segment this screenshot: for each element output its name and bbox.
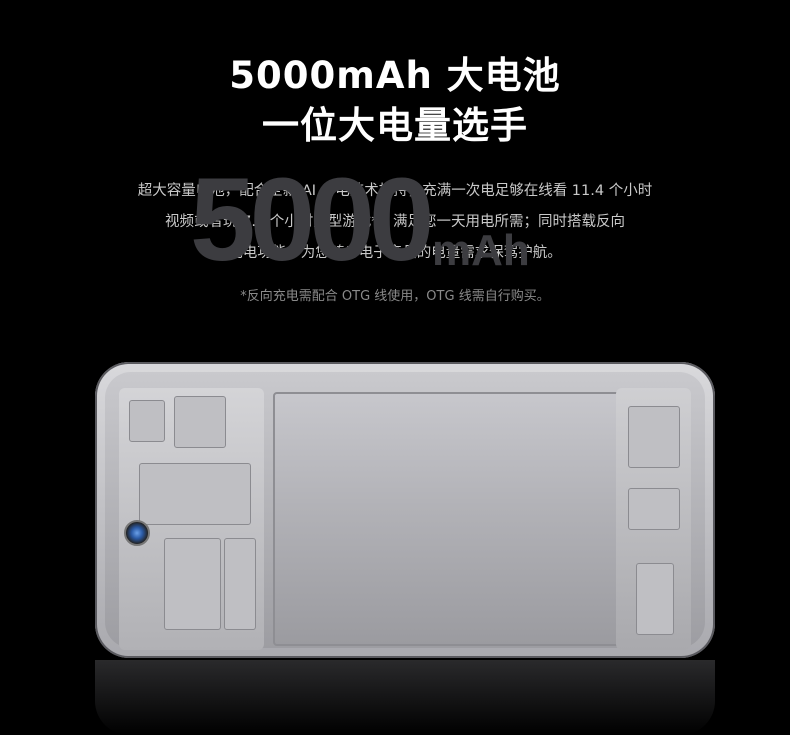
chip xyxy=(636,563,674,635)
phone-internals-image xyxy=(95,362,715,658)
chip xyxy=(628,406,680,468)
chip xyxy=(174,396,226,448)
battery xyxy=(273,392,647,646)
chip xyxy=(129,400,165,442)
chip xyxy=(224,538,256,630)
camera-lens-icon xyxy=(124,520,150,546)
shield-plate xyxy=(139,463,251,525)
battery-capacity-unit: mAh xyxy=(432,226,530,275)
footnote: *反向充电需配合 OTG 线使用，OTG 线需自行购买。 xyxy=(240,289,550,304)
headline-line-1: 5000mAh 大电池 xyxy=(229,54,561,97)
phone-frame xyxy=(105,372,705,650)
phone-reflection xyxy=(95,660,715,735)
mainboard-left xyxy=(119,388,264,650)
battery-capacity-number: 5000 xyxy=(190,154,435,286)
sim-tray-shield xyxy=(164,538,221,630)
mainboard-right xyxy=(616,388,691,650)
chip xyxy=(628,488,680,530)
headline-line-2: 一位大电量选手 xyxy=(262,104,528,147)
